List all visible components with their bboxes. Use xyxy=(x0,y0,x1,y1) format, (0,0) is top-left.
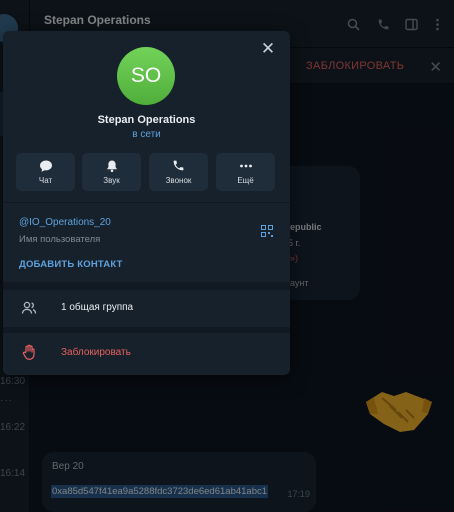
block-user-label: Заблокировать xyxy=(61,347,131,358)
more-button[interactable]: Ещё xyxy=(216,153,275,191)
block-user-row[interactable]: Заблокировать xyxy=(3,333,290,371)
more-icon xyxy=(216,159,275,173)
qr-code-icon[interactable] xyxy=(261,224,273,237)
username[interactable]: @IO_Operations_20 xyxy=(19,217,111,228)
sound-button[interactable]: Звук xyxy=(82,153,141,191)
call-button[interactable]: Звонок xyxy=(149,153,208,191)
online-status: в сети xyxy=(132,129,161,140)
call-button-label: Звонок xyxy=(165,176,192,185)
sound-button-label: Звук xyxy=(103,176,120,185)
users-icon xyxy=(21,300,37,316)
hand-stop-icon xyxy=(22,344,36,360)
chat-icon xyxy=(16,159,75,173)
profile-name: Stepan Operations xyxy=(97,114,196,126)
close-icon[interactable]: ✕ xyxy=(258,39,278,59)
add-contact-button[interactable]: ДОБАВИТЬ КОНТАКТ xyxy=(19,259,123,270)
profile-info-section: @IO_Operations_20 Имя пользователя ДОБАВ… xyxy=(3,202,290,282)
common-groups-row[interactable]: 1 общая группа xyxy=(3,289,290,327)
chat-button-label: Чат xyxy=(38,176,53,185)
more-button-label: Ещё xyxy=(237,176,254,185)
avatar[interactable]: SO xyxy=(117,47,175,105)
chat-button[interactable]: Чат xyxy=(16,153,75,191)
profile-dialog: ✕ SO Stepan Operations в сети Чат Звук З… xyxy=(3,31,290,375)
common-groups-label: 1 общая группа xyxy=(61,302,134,313)
username-caption: Имя пользователя xyxy=(19,234,101,245)
phone-icon xyxy=(149,159,208,173)
bell-icon xyxy=(82,159,141,173)
